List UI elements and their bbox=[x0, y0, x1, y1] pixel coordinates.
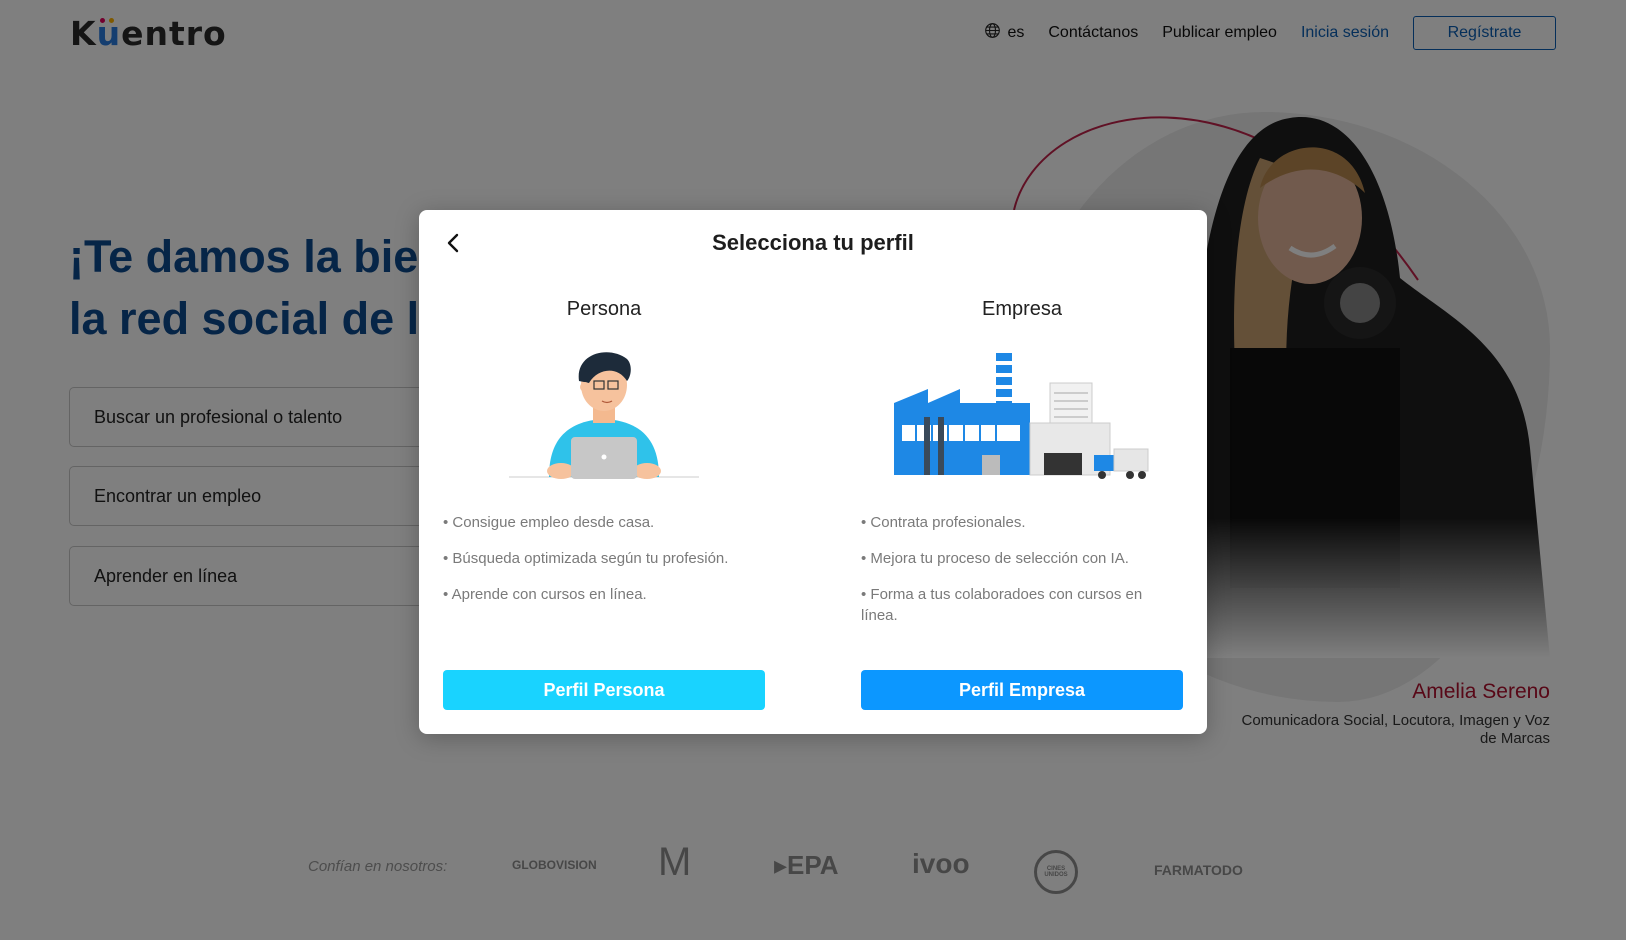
persona-illustration bbox=[443, 338, 765, 488]
modal-title: Selecciona tu perfil bbox=[712, 230, 914, 255]
empresa-feature: • Contrata profesionales. bbox=[861, 514, 1026, 531]
empresa-column: Empresa • Contrata profesionales. • Mejo… bbox=[861, 298, 1183, 641]
persona-feature: • Aprende con cursos en línea. bbox=[443, 586, 647, 603]
perfil-persona-button[interactable]: Perfil Persona bbox=[443, 670, 765, 710]
empresa-title: Empresa bbox=[981, 298, 1063, 320]
profile-select-modal: Selecciona tu perfil Persona • Consigue … bbox=[419, 210, 1207, 734]
empresa-illustration bbox=[861, 338, 1183, 488]
persona-feature: • Consigue empleo desde casa. bbox=[443, 514, 655, 531]
empresa-feature: • Mejora tu proceso de selección con IA. bbox=[861, 550, 1129, 567]
persona-column: Persona • Consigue empleo desde casa. • … bbox=[443, 298, 765, 620]
persona-features: • Consigue empleo desde casa. • Búsqueda… bbox=[443, 512, 765, 605]
perfil-empresa-button[interactable]: Perfil Empresa bbox=[861, 670, 1183, 710]
persona-title: Persona bbox=[566, 298, 642, 320]
empresa-feature: • Forma a tus colaboradoes con cursos en… bbox=[861, 586, 1143, 624]
empresa-features: • Contrata profesionales. • Mejora tu pr… bbox=[861, 512, 1183, 626]
persona-feature: • Búsqueda optimizada según tu profesión… bbox=[443, 550, 729, 567]
